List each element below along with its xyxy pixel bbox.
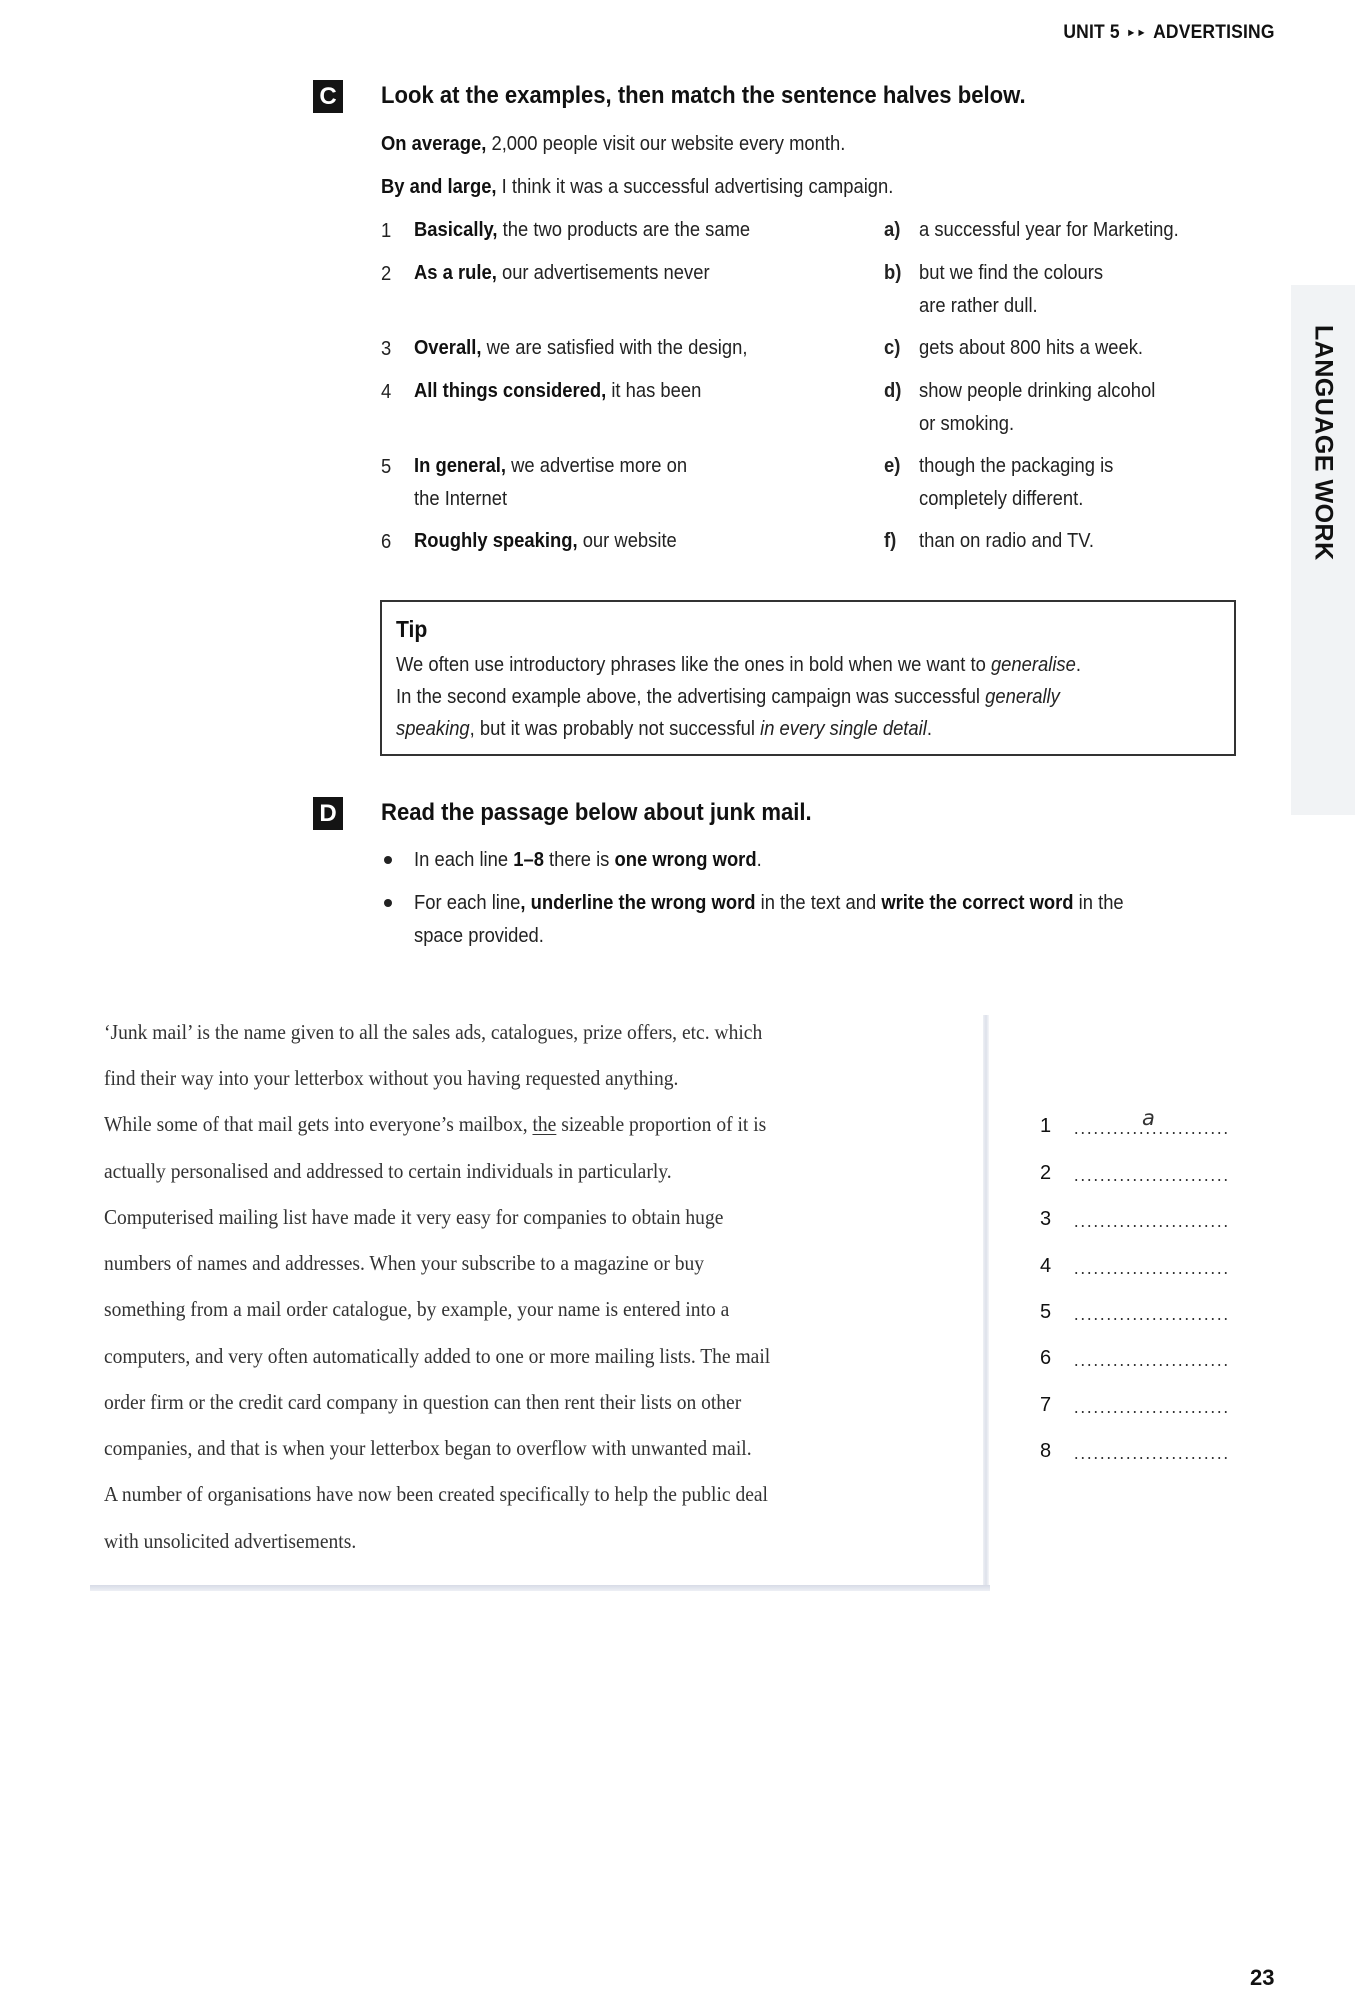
section-c-title: Look at the examples, then match the sen… (381, 82, 1026, 109)
answer-field[interactable] (1073, 1457, 1228, 1459)
answer-field[interactable] (1073, 1364, 1228, 1366)
passage-line: While some of that mail gets into everyo… (104, 1112, 767, 1136)
left-item: As a rule, our advertisements never (414, 262, 710, 284)
passage-line: actually personalised and addressed to c… (104, 1159, 672, 1183)
answer-number: 8 (1040, 1440, 1052, 1462)
instruction-bullet-continued: space provided. (414, 925, 544, 947)
example-1: On average, 2,000 people visit our websi… (381, 133, 846, 155)
passage-line: with unsolicited advertisements. (104, 1529, 357, 1553)
right-item-letter: b) (884, 262, 902, 284)
answer-field[interactable] (1073, 1272, 1228, 1274)
passage-line: something from a mail order catalogue, b… (104, 1297, 730, 1321)
left-item-number: 3 (381, 338, 392, 360)
right-item-letter: d) (884, 380, 902, 402)
right-item: than on radio and TV. (919, 530, 1094, 552)
right-item-letter: a) (884, 219, 901, 241)
example-2: By and large, I think it was a successfu… (381, 176, 894, 198)
passage-line: order firm or the credit card company in… (104, 1390, 742, 1414)
instruction-bullet: For each line, underline the wrong word … (414, 892, 1124, 914)
tip-line: speaking, but it was probably not succes… (396, 718, 932, 740)
answer-number: 2 (1040, 1162, 1052, 1184)
left-item-continued: the Internet (414, 488, 508, 510)
left-item: Basically, the two products are the same (414, 219, 751, 241)
left-item: Roughly speaking, our website (414, 530, 677, 552)
answer-number: 7 (1040, 1394, 1052, 1416)
answer-number: 6 (1040, 1347, 1052, 1369)
page-number: 23 (1250, 1965, 1275, 1990)
right-item: gets about 800 hits a week. (919, 337, 1144, 359)
passage-line: A number of organisations have now been … (104, 1482, 768, 1506)
torn-paper-edge (983, 1015, 989, 1585)
tip-line: We often use introductory phrases like t… (396, 654, 1081, 676)
answer-field[interactable] (1073, 1179, 1228, 1181)
right-item-letter: f) (884, 530, 897, 552)
left-item: All things considered, it has been (414, 380, 702, 402)
passage-line: numbers of names and addresses. When you… (104, 1251, 705, 1275)
left-item-number: 6 (381, 531, 392, 553)
right-item-letter: c) (884, 337, 901, 359)
right-item: a successful year for Marketing. (919, 219, 1179, 241)
underlined-word: the (532, 1112, 557, 1136)
answer-number: 4 (1040, 1255, 1052, 1277)
section-d-title: Read the passage below about junk mail. (381, 799, 812, 826)
instruction-bullet: In each line 1–8 there is one wrong word… (414, 849, 762, 871)
passage-line: companies, and that is when your letterb… (104, 1436, 752, 1460)
left-item: Overall, we are satisfied with the desig… (414, 337, 748, 359)
bullet-icon (384, 856, 392, 864)
answer-number: 1 (1040, 1115, 1052, 1137)
section-c-badge: C (313, 80, 343, 113)
topic-label: ADVERTISING (1153, 22, 1275, 43)
side-tab-label: LANGUAGE WORK (1309, 325, 1338, 561)
passage-line: find their way into your letterbox witho… (104, 1066, 679, 1090)
answer-number: 5 (1040, 1301, 1052, 1323)
unit-label: UNIT 5 (1063, 22, 1121, 43)
tip-box: Tip We often use introductory phrases li… (380, 600, 1236, 756)
passage-line: Computerised mailing list have made it v… (104, 1205, 724, 1229)
right-item-continued: are rather dull. (919, 295, 1038, 317)
right-item: though the packaging is (919, 455, 1114, 477)
left-item-number: 2 (381, 263, 392, 285)
side-tab: LANGUAGE WORK (1291, 285, 1355, 815)
double-arrow-icon: ►► (1126, 27, 1148, 39)
tip-title: Tip (396, 616, 428, 642)
section-d-badge: D (313, 797, 343, 830)
left-item-number: 5 (381, 456, 392, 478)
answer-field[interactable] (1073, 1225, 1228, 1227)
passage-line: computers, and very often automatically … (104, 1344, 771, 1368)
running-header: UNIT 5 ►► ADVERTISING (1064, 22, 1275, 44)
left-item: In general, we advertise more on (414, 455, 688, 477)
right-item-letter: e) (884, 455, 901, 477)
answer-number: 3 (1040, 1208, 1052, 1230)
tip-line: In the second example above, the adverti… (396, 686, 1060, 708)
right-item: show people drinking alcohol (919, 380, 1156, 402)
answer-field[interactable] (1073, 1132, 1228, 1134)
answer-field[interactable] (1073, 1318, 1228, 1320)
passage-line: ‘Junk mail’ is the name given to all the… (104, 1020, 763, 1044)
bullet-icon (384, 899, 392, 907)
answer-value: a (1142, 1106, 1155, 1130)
paper-shadow (90, 1585, 990, 1591)
right-item-continued: completely different. (919, 488, 1084, 510)
left-item-number: 1 (381, 220, 392, 242)
answer-field[interactable] (1073, 1411, 1228, 1413)
right-item: but we find the colours (919, 262, 1104, 284)
right-item-continued: or smoking. (919, 413, 1015, 435)
left-item-number: 4 (381, 381, 392, 403)
